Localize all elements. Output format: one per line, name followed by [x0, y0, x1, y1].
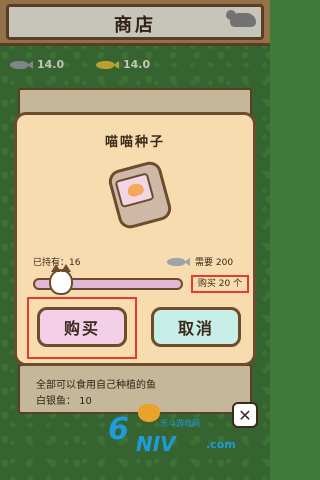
buy-button[interactable]: 购买	[37, 307, 127, 347]
site-logo: 6 乐斗游戏网 NIV .com	[96, 404, 246, 464]
logo-number: 6	[108, 412, 129, 447]
cost-info: 需要 200	[167, 255, 233, 268]
game-screen: 商店 14.0 14.0 全部可以食用自己种植的鱼 白银鱼： 10 喵喵种子 已…	[0, 0, 270, 480]
slider-handle[interactable]	[49, 264, 73, 295]
cancel-button[interactable]: 取消	[151, 307, 241, 347]
cost-value: 需要 200	[195, 258, 234, 268]
dialog-title: 喵喵种子	[104, 135, 165, 150]
gray-fish-icon	[167, 257, 190, 266]
logo-suffix: .com	[206, 438, 236, 451]
seed-can-icon	[101, 152, 180, 238]
cat-face-icon	[126, 182, 145, 198]
quantity-readout: 购买 20 个	[191, 275, 249, 293]
purchase-dialog: 喵喵种子 已持有：16 需要 200 购买 20 个 购买 取消	[14, 112, 256, 366]
cow-icon	[138, 404, 160, 422]
logo-subtitle: 乐斗游戏网	[160, 419, 200, 428]
logo-text: NIV	[136, 432, 176, 456]
